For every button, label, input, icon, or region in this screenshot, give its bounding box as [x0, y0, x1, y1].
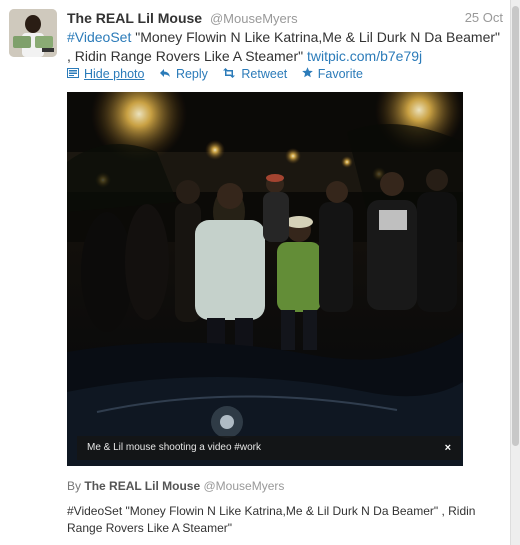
hide-photo-button[interactable]: Hide photo	[67, 66, 144, 82]
scrollbar-thumb[interactable]	[512, 6, 519, 446]
author-name[interactable]: The REAL Lil Mouse	[67, 10, 202, 26]
twitpic-link[interactable]: twitpic.com/b7e79j	[307, 48, 422, 64]
tweet-card: The REAL Lil Mouse @MouseMyers 25 Oct #V…	[0, 0, 511, 545]
photo-image	[67, 92, 463, 466]
reply-button[interactable]: Reply	[159, 66, 208, 82]
avatar[interactable]	[9, 9, 57, 57]
reply-icon	[159, 66, 171, 82]
byline-by: By	[67, 479, 82, 493]
tweet-photo[interactable]: Me & Lil mouse shooting a video #work ×	[67, 92, 463, 466]
hide-photo-label: Hide photo	[84, 67, 145, 81]
hashtag-link[interactable]: #VideoSet	[67, 29, 131, 45]
byline-author-name[interactable]: The REAL Lil Mouse	[84, 479, 200, 493]
retweet-icon	[222, 66, 236, 82]
photo-caption-bar: Me & Lil mouse shooting a video #work ×	[77, 436, 461, 460]
reply-label: Reply	[175, 67, 208, 81]
author-username[interactable]: @MouseMyers	[210, 11, 298, 26]
retweet-button[interactable]: Retweet	[222, 66, 287, 82]
tweet-header: The REAL Lil Mouse @MouseMyers 25 Oct	[67, 9, 503, 27]
retweet-label: Retweet	[241, 67, 288, 81]
tweet-body: "Money Flowin N Like Katrina,Me & Lil Du…	[67, 29, 500, 64]
avatar-image	[9, 9, 57, 57]
tweet-timestamp[interactable]: 25 Oct	[465, 9, 503, 27]
close-caption-button[interactable]: ×	[445, 436, 451, 460]
favorite-button[interactable]: Favorite	[301, 66, 363, 82]
photo-description: #VideoSet "Money Flowin N Like Katrina,M…	[67, 504, 476, 535]
photo-icon	[67, 66, 79, 82]
byline-username[interactable]: @MouseMyers	[204, 479, 285, 493]
photo-byline: By The REAL Lil Mouse @MouseMyers	[67, 478, 284, 494]
tweet-text: #VideoSet "Money Flowin N Like Katrina,M…	[67, 28, 503, 66]
photo-caption: Me & Lil mouse shooting a video #work	[87, 442, 261, 453]
star-icon	[301, 66, 313, 82]
tweet-actions: Hide photo Reply Retweet Favorite	[67, 66, 374, 82]
scrollbar-track[interactable]	[511, 0, 520, 545]
favorite-label: Favorite	[317, 67, 363, 81]
